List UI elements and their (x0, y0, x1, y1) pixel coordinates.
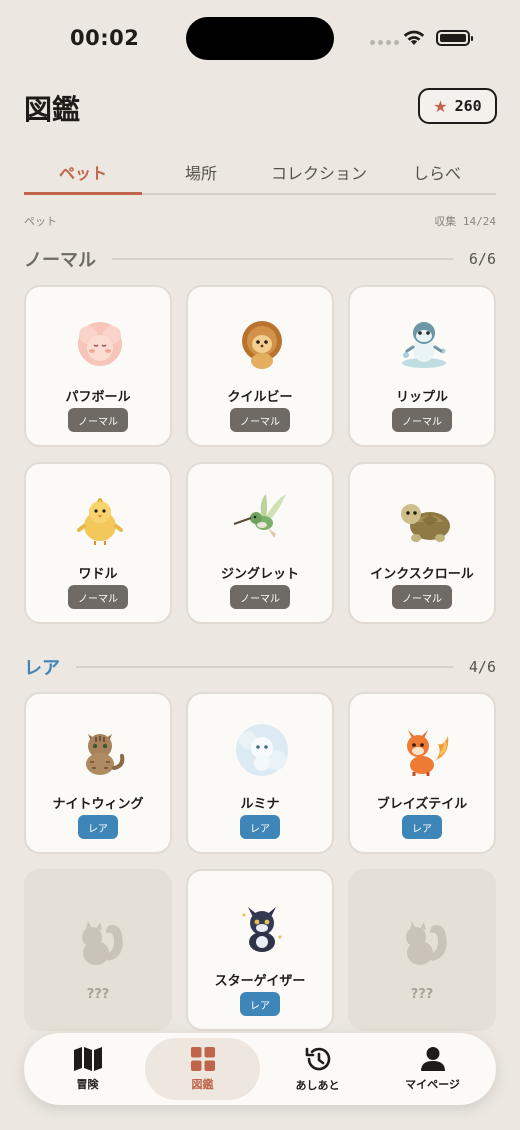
rarity-badge: ノーマル (230, 408, 290, 432)
section-header-rare: レア 4/6 (24, 654, 496, 680)
turtle-icon (401, 504, 450, 542)
grid-icon (190, 1047, 215, 1071)
pet-card[interactable]: ワドル ノーマル (24, 462, 172, 624)
pet-card[interactable]: インクスクロール ノーマル (348, 462, 496, 624)
history-icon (305, 1047, 330, 1071)
pet-name: リップル (395, 390, 448, 405)
pet-name: パフボール (65, 390, 131, 405)
rarity-badge: レア (402, 815, 442, 839)
section-count: 6/6 (468, 250, 496, 268)
pet-card[interactable]: クイルビー ノーマル (186, 285, 334, 447)
tabby-cat-icon (86, 734, 125, 775)
fire-fox-icon (407, 730, 449, 776)
pet-card[interactable]: ジングレット ノーマル (186, 462, 334, 624)
divider (112, 258, 453, 260)
tab-places[interactable]: 場所 (142, 150, 260, 193)
locked-pet-card[interactable]: ??? (348, 869, 496, 1031)
category-tabs: ペット 場所 コレクション しらべ (24, 150, 496, 195)
nav-label: あしあと (295, 1079, 340, 1092)
nav-label: 図鑑 (191, 1078, 214, 1091)
pet-name: スターゲイザー (214, 974, 306, 989)
pet-card[interactable]: パフボール ノーマル (24, 285, 172, 447)
status-bar: 00:02 (0, 0, 520, 78)
section-title: レア (24, 658, 60, 679)
map-icon (73, 1047, 102, 1071)
mist-spirit-icon (236, 724, 288, 776)
nav-footprints[interactable]: あしあと (260, 1038, 375, 1100)
nav-encyclopedia[interactable]: 図鑑 (145, 1038, 260, 1100)
star-count: 260 (454, 97, 482, 115)
pet-card[interactable]: ブレイズテイル レア (348, 692, 496, 854)
pet-name: インクスクロール (370, 567, 474, 582)
nav-label: 冒険 (76, 1078, 99, 1091)
pet-card[interactable]: ルミナ レア (186, 692, 334, 854)
divider (76, 666, 453, 668)
locked-pet-card[interactable]: ??? (24, 869, 172, 1031)
star-icon: ★ (433, 96, 448, 116)
pet-name: ナイトウィング (52, 797, 144, 812)
pet-card[interactable]: ナイトウィング レア (24, 692, 172, 854)
pet-name: ワドル (78, 567, 118, 582)
person-icon (420, 1047, 445, 1071)
battery-icon (436, 30, 473, 46)
rarity-badge: ノーマル (392, 408, 452, 432)
rarity-badge: ノーマル (230, 585, 290, 609)
pet-name: ??? (86, 987, 110, 1002)
section-title: ノーマル (24, 250, 96, 271)
tab-collection[interactable]: コレクション (260, 150, 378, 193)
rarity-badge: レア (78, 815, 118, 839)
collected-count: 収集 14/24 (434, 215, 496, 228)
star-wolf-pup-icon (242, 907, 282, 952)
hedgehog-icon (242, 321, 282, 369)
section-count: 4/6 (468, 658, 496, 676)
chick-icon (77, 498, 123, 545)
pet-name: ブレイズテイル (376, 797, 468, 812)
signal-icon (370, 40, 399, 45)
nav-adventure[interactable]: 冒険 (30, 1038, 145, 1100)
tab-research[interactable]: しらべ (378, 150, 496, 193)
pet-card[interactable]: リップル ノーマル (348, 285, 496, 447)
rarity-badge: ノーマル (68, 585, 128, 609)
pet-name: クイルビー (227, 390, 293, 405)
collection-summary: ペット 収集 14/24 (24, 213, 496, 229)
pet-name: ジングレット (220, 567, 299, 582)
dynamic-island (186, 17, 334, 60)
star-balance-button[interactable]: ★ 260 (418, 88, 497, 124)
rarity-badge: レア (240, 992, 280, 1016)
tab-pets[interactable]: ペット (24, 150, 142, 195)
hummingbird-icon (233, 494, 286, 538)
page-title: 図鑑 (24, 93, 81, 126)
pet-name: ??? (410, 987, 434, 1002)
water-seal-icon (402, 322, 446, 368)
pet-name: ルミナ (240, 797, 280, 812)
nav-label: マイページ (405, 1078, 460, 1091)
locked-squirrel-silhouette-icon (82, 921, 123, 965)
locked-squirrel-silhouette-icon (406, 921, 447, 965)
category-label: ペット (24, 215, 57, 228)
rarity-badge: レア (240, 815, 280, 839)
wifi-icon (403, 30, 425, 45)
rarity-badge: ノーマル (392, 585, 452, 609)
rarity-badge: ノーマル (68, 408, 128, 432)
bottom-navigation: 冒険 図鑑 あしあと マイページ (24, 1033, 496, 1105)
pink-puffball-icon (78, 322, 122, 366)
status-time: 00:02 (70, 26, 140, 50)
nav-mypage[interactable]: マイページ (375, 1038, 490, 1100)
section-header-normal: ノーマル 6/6 (24, 246, 496, 272)
pet-card[interactable]: スターゲイザー レア (186, 869, 334, 1031)
